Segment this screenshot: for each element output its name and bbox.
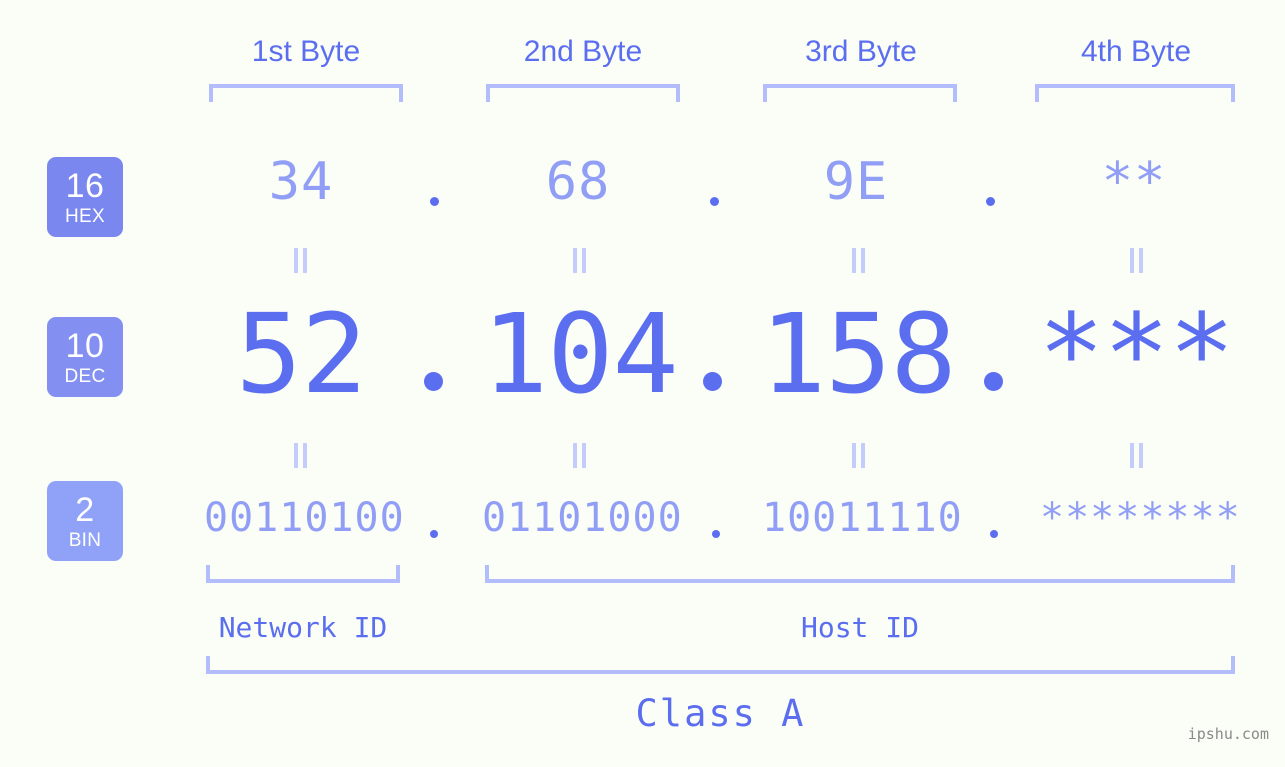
hex-byte-4: **	[1101, 152, 1167, 212]
equals-mark-dec-bin-3	[851, 443, 866, 468]
bin-byte-3: 10011110	[762, 495, 963, 541]
byte-header-label-1: 1st Byte	[251, 35, 361, 68]
hex-byte-2: 68	[545, 152, 611, 212]
byte-header-label-4: 4th Byte	[1080, 35, 1192, 68]
equals-mark-dec-bin-4	[1129, 443, 1144, 468]
equals-mark-hex-dec-2	[572, 248, 587, 273]
ip-address-breakdown-diagram: 1st Byte 2nd Byte 3rd Byte 4th Byte 16 H…	[0, 0, 1285, 767]
equals-mark-hex-dec-4	[1129, 248, 1144, 273]
class-label: Class A	[635, 692, 806, 735]
hex-dot-separator-1	[430, 197, 439, 206]
base-badge-bin-name: BIN	[68, 529, 102, 551]
base-badge-dec: 10 DEC	[47, 317, 123, 397]
byte-header-label-2: 2nd Byte	[523, 35, 643, 68]
equals-mark-hex-dec-3	[851, 248, 866, 273]
bin-byte-2: 01101000	[482, 495, 683, 541]
class-bracket	[206, 656, 1235, 674]
dec-byte-2: 104	[482, 290, 679, 418]
byte-bracket-4	[1035, 84, 1235, 102]
byte-bracket-2	[486, 84, 680, 102]
dec-byte-1: 52	[235, 290, 367, 418]
dec-dot-separator-1	[424, 372, 443, 391]
network-id-bracket	[206, 565, 400, 583]
hex-byte-1: 34	[268, 152, 334, 212]
bin-byte-1: 00110100	[204, 495, 405, 541]
bin-dot-separator-2	[712, 530, 720, 538]
host-id-bracket	[485, 565, 1235, 583]
base-badge-hex-number: 16	[65, 166, 105, 205]
base-badge-hex-name: HEX	[65, 205, 105, 227]
host-id-label: Host ID	[800, 611, 919, 644]
base-badge-hex: 16 HEX	[47, 157, 123, 237]
hex-dot-separator-2	[710, 197, 719, 206]
network-id-label: Network ID	[218, 611, 388, 644]
base-badge-dec-name: DEC	[64, 365, 106, 387]
bin-byte-4: ********	[1040, 495, 1241, 541]
hex-byte-3: 9E	[823, 152, 889, 212]
dec-byte-3: 158	[760, 290, 957, 418]
base-badge-bin: 2 BIN	[47, 481, 123, 561]
byte-bracket-3	[763, 84, 957, 102]
equals-mark-dec-bin-1	[293, 443, 308, 468]
base-badge-dec-number: 10	[65, 326, 105, 365]
bin-dot-separator-1	[430, 530, 438, 538]
dec-byte-4: ***	[1038, 290, 1235, 418]
bin-dot-separator-3	[990, 530, 998, 538]
equals-mark-hex-dec-1	[293, 248, 308, 273]
watermark: ipshu.com	[1187, 725, 1269, 743]
equals-mark-dec-bin-2	[572, 443, 587, 468]
byte-bracket-1	[209, 84, 403, 102]
base-badge-bin-number: 2	[75, 490, 95, 529]
dec-dot-separator-2	[703, 372, 722, 391]
byte-header-label-3: 3rd Byte	[805, 35, 917, 68]
dec-dot-separator-3	[984, 372, 1003, 391]
hex-dot-separator-3	[986, 197, 995, 206]
